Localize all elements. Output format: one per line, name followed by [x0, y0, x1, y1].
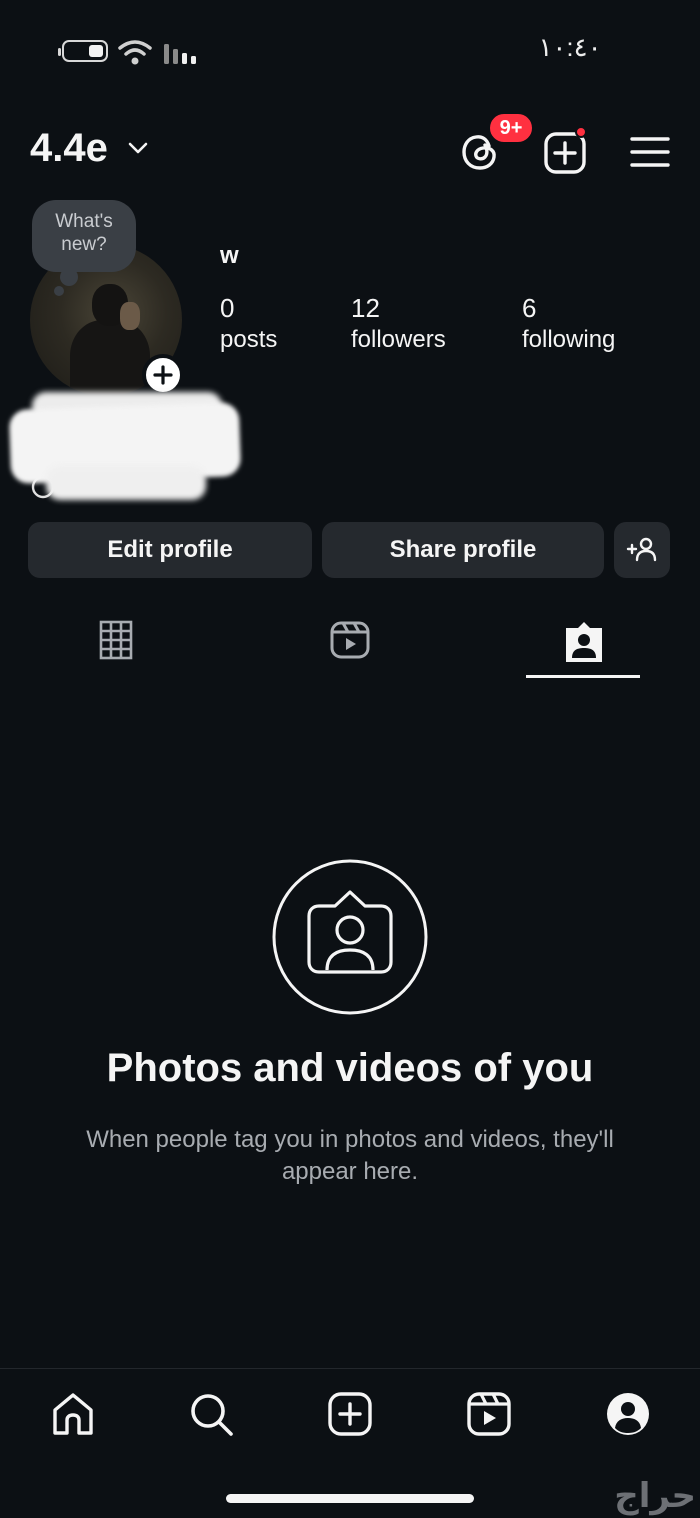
- following-label: following: [522, 326, 616, 353]
- home-indicator[interactable]: [226, 1494, 474, 1503]
- reels-icon: [330, 621, 370, 659]
- posts-count: 0: [220, 293, 235, 323]
- redacted-bio: [6, 388, 246, 502]
- watermark-logo: حراج: [614, 1476, 696, 1516]
- profile-icon[interactable]: [604, 1390, 652, 1438]
- add-person-icon: [626, 537, 657, 562]
- status-time: ١٠:٤٠: [538, 32, 602, 62]
- followers-count: 12: [351, 293, 380, 323]
- cellular-signal-icon: [164, 44, 196, 64]
- tab-reels[interactable]: [234, 612, 466, 676]
- tab-tagged[interactable]: [468, 612, 700, 676]
- note-bubble[interactable]: What's new?: [32, 200, 136, 272]
- account-switcher-username[interactable]: 4.4e: [30, 126, 108, 171]
- create-icon[interactable]: [326, 1390, 374, 1438]
- chevron-down-icon[interactable]: [126, 138, 150, 158]
- tagged-person-icon: [566, 622, 602, 662]
- note-text: What's new?: [55, 211, 113, 255]
- plus-icon: [153, 365, 173, 385]
- posts-label: posts: [220, 326, 278, 353]
- battery-icon: [58, 40, 108, 62]
- reels-icon[interactable]: [465, 1390, 513, 1438]
- tagged-photos-icon: [272, 859, 428, 1015]
- tab-grid[interactable]: [0, 612, 232, 676]
- active-tab-indicator: [526, 675, 640, 678]
- wifi-icon: [118, 40, 152, 65]
- search-icon[interactable]: [187, 1390, 235, 1438]
- discover-people-button[interactable]: [614, 522, 670, 578]
- display-name: w: [220, 242, 239, 269]
- followers-stat[interactable]: 12 followers: [351, 292, 446, 356]
- menu-icon[interactable]: [628, 132, 672, 172]
- share-profile-button[interactable]: Share profile: [322, 522, 604, 578]
- threads-notification-badge: 9+: [488, 112, 534, 144]
- new-activity-dot: [575, 126, 587, 138]
- home-icon[interactable]: [49, 1390, 97, 1438]
- empty-state-title: Photos and videos of you: [106, 1046, 594, 1090]
- grid-icon: [99, 620, 133, 660]
- empty-state-description: When people tag you in photos and videos…: [86, 1126, 614, 1185]
- bottom-nav-divider: [0, 1368, 700, 1369]
- following-stat[interactable]: 6 following: [522, 292, 615, 356]
- status-bar: ١٠:٤٠: [0, 0, 700, 100]
- note-bubble-tail-small: [54, 286, 64, 296]
- followers-label: followers: [351, 326, 446, 353]
- posts-stat[interactable]: 0 posts: [220, 292, 277, 356]
- following-count: 6: [522, 293, 537, 323]
- edit-profile-button[interactable]: Edit profile: [28, 522, 312, 578]
